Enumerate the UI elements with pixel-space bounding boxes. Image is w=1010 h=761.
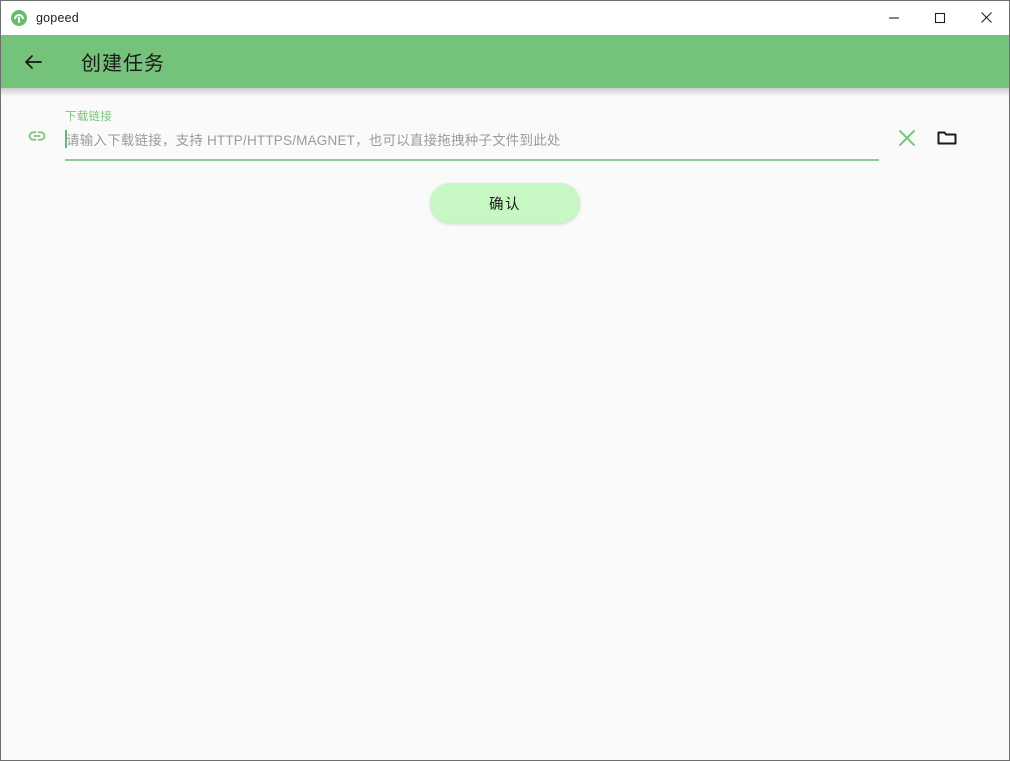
maximize-icon <box>934 12 946 23</box>
download-link-row: 下载链接 请输入下载链接，支持 HTTP/HTTPS/MAGNET，也可以直接拖… <box>1 88 1009 161</box>
confirm-button[interactable]: 确认 <box>430 183 580 223</box>
title-bar-left: gopeed <box>1 9 79 26</box>
back-button[interactable] <box>9 38 57 86</box>
field-actions <box>887 118 967 158</box>
app-bar-shadow <box>1 88 1009 97</box>
download-link-label: 下载链接 <box>65 111 113 123</box>
minimize-icon <box>889 16 899 19</box>
download-link-underline <box>65 159 879 161</box>
app-window: gopeed 创建任务 下载链接 请输入下载链接，支持 HTTP/HTTPS/M… <box>0 0 1010 761</box>
title-bar: gopeed <box>1 1 1009 35</box>
link-icon <box>23 122 51 150</box>
download-link-field[interactable]: 下载链接 请输入下载链接，支持 HTTP/HTTPS/MAGNET，也可以直接拖… <box>65 110 879 161</box>
arrow-left-icon <box>25 54 42 69</box>
close-icon <box>980 12 992 23</box>
download-link-input-line[interactable]: 请输入下载链接，支持 HTTP/HTTPS/MAGNET，也可以直接拖拽种子文件… <box>65 127 879 151</box>
clear-input-button[interactable] <box>887 118 927 158</box>
minimize-button[interactable] <box>871 1 917 34</box>
app-bar: 创建任务 <box>1 35 1009 88</box>
close-button[interactable] <box>963 1 1009 34</box>
page-title: 创建任务 <box>81 53 165 75</box>
folder-icon <box>937 131 957 145</box>
window-controls <box>871 1 1009 34</box>
maximize-button[interactable] <box>917 1 963 34</box>
choose-folder-button[interactable] <box>927 118 967 158</box>
app-title: gopeed <box>36 10 79 25</box>
submit-row: 确认 <box>1 183 1009 223</box>
page-content: 下载链接 请输入下载链接，支持 HTTP/HTTPS/MAGNET，也可以直接拖… <box>1 88 1009 760</box>
gopeed-logo-icon <box>11 9 27 26</box>
close-x-icon <box>899 130 915 146</box>
download-link-placeholder: 请输入下载链接，支持 HTTP/HTTPS/MAGNET，也可以直接拖拽种子文件… <box>66 133 561 148</box>
